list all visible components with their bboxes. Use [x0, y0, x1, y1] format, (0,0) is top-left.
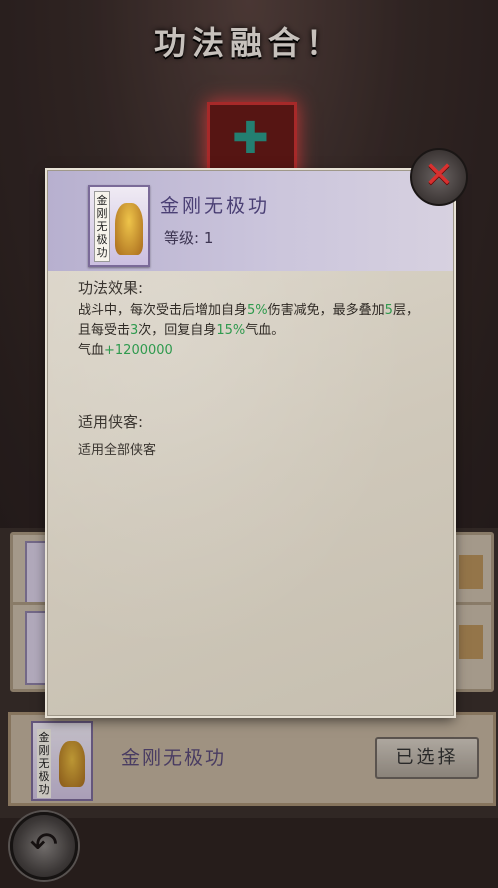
skill-level: 等级: 1: [164, 229, 214, 247]
applicable-value: 适用全部侠客: [78, 443, 157, 458]
close-button[interactable]: ✕: [410, 148, 468, 206]
close-x-icon: ✕: [423, 155, 455, 196]
skill-name: 金刚无极功: [160, 195, 271, 217]
applicable-label: 适用侠客:: [78, 413, 144, 431]
modal-header: 金刚无极功 金刚无极功 等级: 1: [48, 171, 453, 271]
effect-label: 功法效果:: [78, 279, 144, 297]
effect-description: 战斗中，每次受击后增加自身5%伤害减免，最多叠加5层，且每受击3次，回复自身15…: [78, 303, 419, 358]
skill-detail-modal: 金刚无极功 金刚无极功 等级: 1 功法效果: 战斗中，每次受击后增加自身5%伤…: [47, 170, 454, 716]
buddha-figure-icon: [115, 203, 143, 255]
card-label: 金刚无极功: [94, 191, 110, 262]
skill-card: 金刚无极功: [88, 185, 150, 267]
